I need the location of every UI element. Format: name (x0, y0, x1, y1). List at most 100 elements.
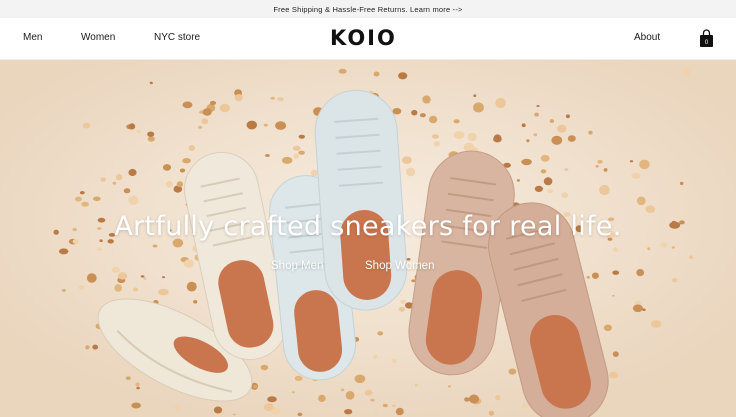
pebble (561, 192, 569, 199)
pebble (534, 112, 539, 117)
pebble (671, 278, 678, 283)
pebble (297, 412, 303, 417)
pebble (609, 371, 618, 379)
pebble (232, 413, 236, 416)
pebble (591, 272, 599, 279)
pebble (516, 179, 521, 182)
pebble (93, 196, 101, 202)
pebble (270, 96, 275, 100)
pebble (82, 122, 91, 129)
pebble (128, 123, 136, 130)
pebble (682, 67, 691, 76)
pebble (464, 397, 470, 402)
pebble (277, 97, 284, 102)
hero-headline: Artfully crafted sneakers for real life. (114, 211, 622, 242)
pebble (291, 391, 295, 394)
pebble (473, 94, 477, 97)
pebble (588, 130, 593, 135)
koio-logo[interactable]: KOIO (330, 26, 397, 52)
pebble (354, 374, 366, 384)
nav-link-about[interactable]: About (634, 32, 660, 43)
pebble (128, 168, 137, 177)
pebble (398, 306, 405, 312)
nav-link-women[interactable]: Women (81, 32, 115, 43)
pebble (521, 123, 526, 128)
pebble (264, 154, 270, 157)
pebble (536, 105, 540, 107)
pebble (603, 168, 608, 172)
pebble (125, 376, 131, 380)
pebble (488, 410, 494, 416)
pebble (631, 172, 641, 179)
pebble (647, 247, 651, 251)
pebble (508, 368, 517, 375)
pebble (111, 266, 120, 273)
shop-men-link[interactable]: Shop Men (271, 260, 323, 272)
pebble (213, 406, 223, 414)
pebble (131, 402, 141, 409)
pebble (431, 134, 440, 139)
pebble (411, 109, 418, 116)
pebble (629, 160, 634, 163)
pebble (188, 145, 195, 151)
pebble (97, 247, 103, 251)
pebble (85, 345, 90, 350)
pebble (422, 95, 431, 104)
pebble (392, 404, 396, 408)
pebble (521, 158, 532, 166)
pebble (557, 124, 567, 133)
pebble (551, 135, 563, 145)
pebble (219, 103, 231, 113)
pebble (612, 270, 620, 275)
pebble (521, 403, 529, 408)
pebble (540, 154, 550, 162)
pebble (636, 196, 646, 206)
pebble (338, 68, 347, 74)
pebble (433, 141, 440, 147)
pebble (202, 108, 212, 116)
pebble (140, 275, 145, 278)
pebble (419, 113, 426, 118)
pebble (586, 275, 590, 279)
pebble (391, 359, 397, 364)
announcement-link[interactable]: Free Shipping & Hassle-Free Returns. Lea… (273, 5, 462, 14)
cart-button[interactable]: 0 (699, 29, 714, 48)
nav-link-men[interactable]: Men (23, 32, 42, 43)
pebble (564, 168, 569, 171)
pebble (143, 277, 147, 280)
pebble (340, 388, 345, 392)
pebble (565, 114, 570, 119)
pebble (162, 276, 165, 279)
pebble (198, 126, 203, 129)
pebble (158, 288, 169, 296)
pebble (74, 196, 82, 202)
pebble (162, 164, 172, 171)
pebble (263, 123, 268, 127)
pebble (493, 134, 502, 143)
pebble (373, 354, 378, 359)
pebble (533, 133, 538, 137)
pebble (310, 169, 318, 177)
pebble (61, 289, 66, 292)
pebble (395, 407, 404, 416)
pebble (136, 386, 140, 390)
pebble (534, 185, 544, 192)
pebble (275, 121, 287, 130)
pebble (115, 174, 123, 181)
pebble (540, 169, 547, 174)
pebble (294, 375, 303, 381)
pebble (183, 259, 194, 268)
pebble (595, 165, 599, 168)
pebble (165, 181, 173, 188)
pebble (650, 320, 662, 328)
pebble (81, 201, 89, 207)
pebble (246, 120, 257, 130)
pebble (639, 159, 650, 170)
pebble (370, 398, 375, 402)
nav-link-nyc-store[interactable]: NYC store (154, 32, 200, 43)
announcement-bar: Free Shipping & Hassle-Free Returns. Lea… (0, 0, 736, 18)
pebble (567, 135, 576, 142)
pebble (86, 273, 97, 283)
pebble (293, 153, 299, 159)
shop-women-link[interactable]: Shop Women (365, 260, 434, 272)
